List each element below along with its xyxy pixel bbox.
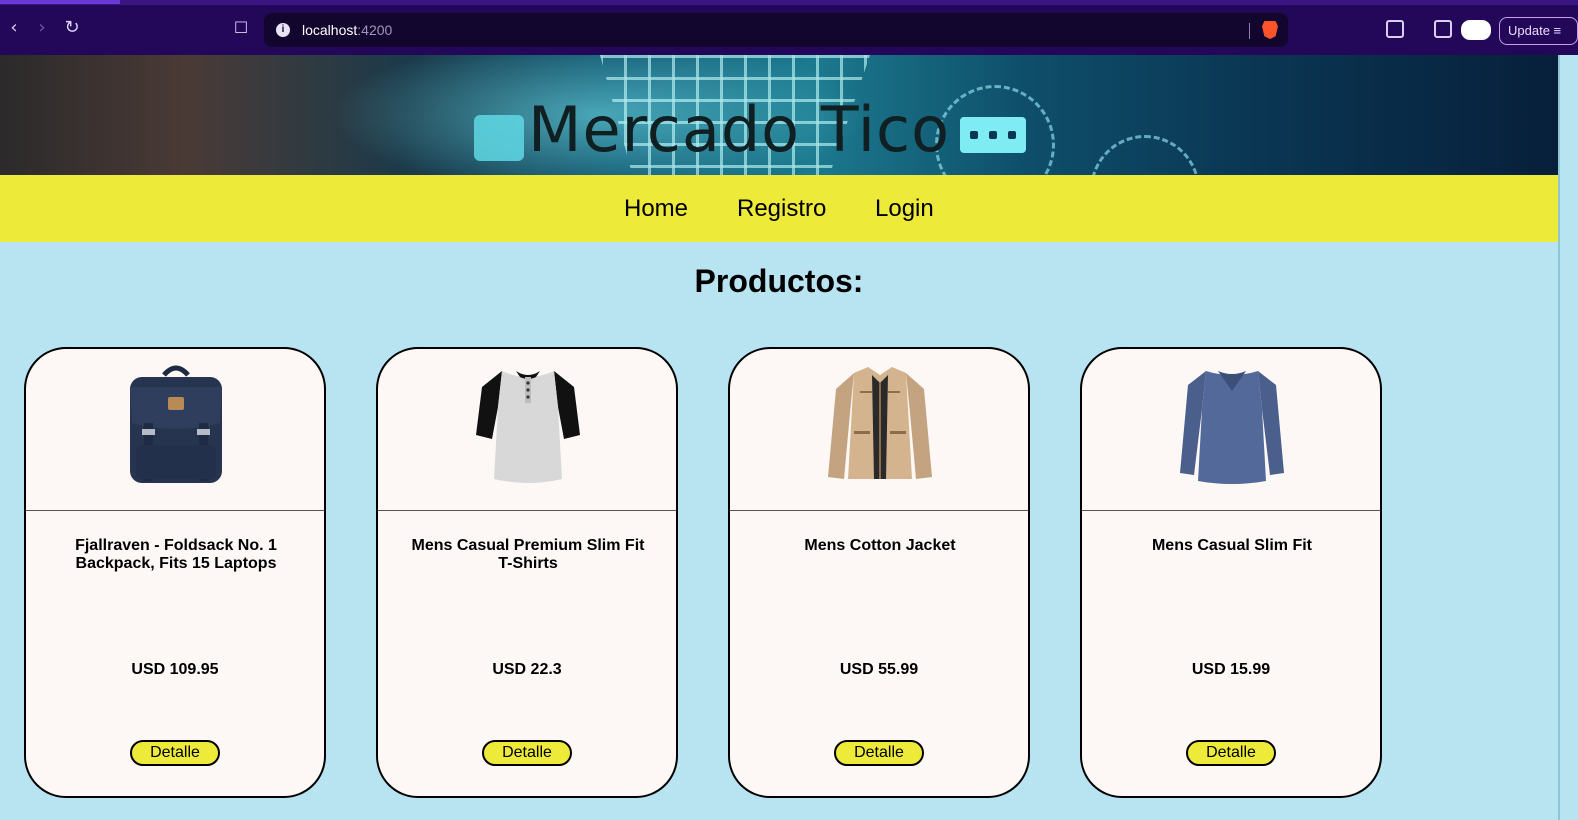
backpack-image [130, 365, 222, 483]
url-divider [1249, 23, 1250, 39]
url-text: localhost:4200 [302, 22, 393, 38]
product-image-area [378, 349, 676, 511]
product-price: USD 15.99 [1191, 661, 1271, 678]
update-button[interactable]: Update ≡ [1499, 17, 1578, 45]
product-name: Mens Cotton Jacket [804, 537, 956, 554]
site-info-icon[interactable]: i [276, 23, 290, 37]
product-image-area [1082, 349, 1380, 511]
detail-button[interactable]: Detalle [130, 740, 220, 766]
detail-button[interactable]: Detalle [1186, 740, 1276, 766]
bookmark-icon[interactable]: ☐ [230, 17, 252, 39]
product-name: Mens Casual Slim Fit [1151, 537, 1313, 554]
brave-shields-icon[interactable] [1262, 21, 1278, 39]
jacket-image [828, 367, 932, 479]
product-price: USD 22.3 [492, 661, 562, 678]
product-image-area [26, 349, 324, 511]
product-image-area [730, 349, 1028, 511]
back-arrow-icon[interactable]: ‹ [3, 17, 25, 39]
reload-icon[interactable]: ↻ [61, 17, 83, 39]
scrollbar-track[interactable] [1558, 55, 1578, 820]
main-navbar: Home Registro Login [0, 175, 1558, 242]
active-tab-indicator [0, 0, 120, 4]
tshirt-image [476, 371, 580, 483]
product-card: Fjallraven - Foldsack No. 1 Backpack, Fi… [24, 347, 326, 798]
products-heading: Productos: [694, 263, 864, 299]
nav-registro-link[interactable]: Registro [737, 195, 826, 223]
product-name: Mens Casual Premium Slim Fit T-Shirts [411, 537, 645, 572]
site-title: Mercado Tico [527, 93, 951, 166]
screenshot-icon[interactable] [1386, 20, 1404, 38]
product-name: Fjallraven - Foldsack No. 1 Backpack, Fi… [75, 537, 277, 572]
product-card: Mens Cotton Jacket USD 55.99 Detalle [728, 347, 1030, 798]
sidebar-toggle-icon[interactable] [1434, 20, 1452, 38]
address-bar[interactable]: i localhost:4200 [264, 13, 1288, 47]
nav-login-link[interactable]: Login [875, 195, 934, 223]
product-card: Mens Casual Premium Slim Fit T-Shirts US… [376, 347, 678, 798]
product-price: USD 55.99 [839, 661, 919, 678]
long-sleeve-shirt-image [1180, 371, 1284, 484]
detail-button[interactable]: Detalle [482, 740, 572, 766]
nav-home-link[interactable]: Home [624, 195, 688, 223]
product-card: Mens Casual Slim Fit USD 15.99 Detalle [1080, 347, 1382, 798]
forward-arrow-icon[interactable]: › [31, 17, 53, 39]
detail-button[interactable]: Detalle [834, 740, 924, 766]
wallet-icon[interactable] [1461, 20, 1491, 40]
product-price: USD 109.95 [131, 661, 219, 678]
browser-toolbar: ‹ › ↻ ☐ i localhost:4200 Update ≡ [0, 0, 1578, 55]
hero-banner: Mercado Tico [0, 55, 1558, 175]
